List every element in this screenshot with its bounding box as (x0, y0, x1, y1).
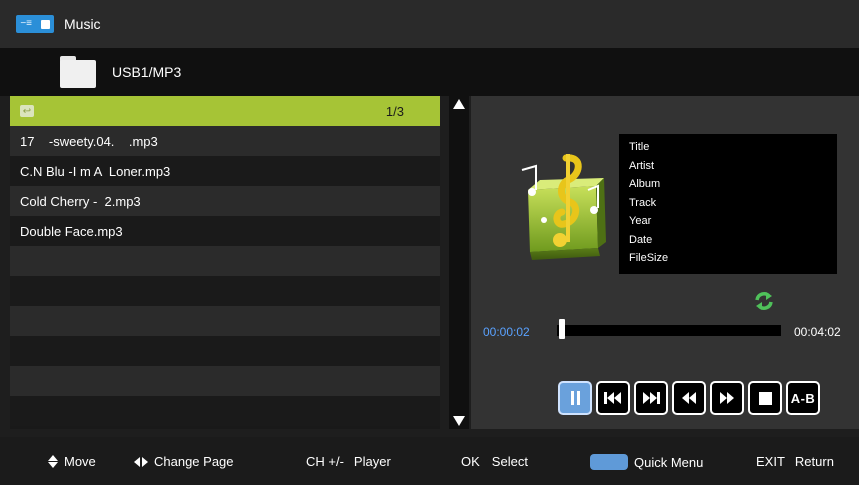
hint-player-label: Player (353, 454, 391, 469)
empty-row (10, 276, 440, 306)
ok-key-label: OK (461, 454, 480, 469)
hint-change-page-label: Change Page (154, 454, 234, 469)
file-list: ↩ 1/3 17 -sweety.04. .mp3 C.N Blu -I m A… (10, 96, 440, 429)
current-time: 00:00:02 (483, 325, 530, 339)
fast-forward-button[interactable] (710, 381, 744, 415)
title-bar: −≡ Music (0, 0, 859, 48)
usb-device-icon: −≡ (16, 15, 54, 33)
list-scrollbar[interactable] (449, 96, 469, 429)
path-bar: USB1/MP3 (0, 48, 859, 96)
fast-forward-icon (720, 392, 734, 404)
file-item[interactable]: C.N Blu -I m A Loner.mp3 (10, 156, 440, 186)
repeat-icon[interactable] (753, 290, 775, 312)
back-folder-icon: ↩ (20, 105, 34, 117)
next-track-button[interactable] (634, 381, 668, 415)
empty-row (10, 246, 440, 276)
hint-select-label: Select (491, 454, 528, 469)
info-filesize-label: FileSize (629, 252, 669, 264)
parent-folder-row[interactable]: ↩ 1/3 (10, 96, 440, 126)
rewind-button[interactable] (672, 381, 706, 415)
playback-controls: A-B (558, 381, 820, 415)
rewind-icon (682, 392, 696, 404)
empty-row (10, 306, 440, 336)
ch-key-label: CH +/- (306, 454, 344, 469)
app-title: Music (64, 16, 101, 32)
total-time: 00:04:02 (794, 325, 841, 339)
info-album-label: Album (629, 178, 661, 190)
info-title-label: Title (629, 141, 650, 153)
pause-icon (570, 391, 580, 405)
info-year-label: Year (629, 215, 652, 227)
file-item[interactable]: Cold Cherry - 2.mp3 (10, 186, 440, 216)
hint-select: OK Select (461, 454, 528, 469)
up-down-arrow-icon (48, 455, 58, 468)
key-hints-bar: Move Change Page CH +/- Player OK Select… (0, 437, 859, 485)
file-name: Cold Cherry - 2.mp3 (20, 193, 141, 209)
info-date-label: Date (629, 233, 653, 246)
hint-return-label: Return (794, 454, 834, 469)
scroll-up-arrow-icon[interactable] (453, 99, 465, 109)
skip-forward-icon (643, 392, 660, 404)
player-panel: Title Artist Album Track Year Date FileS… (471, 96, 859, 429)
info-track-label: Track (629, 196, 657, 209)
pause-button[interactable] (558, 381, 592, 415)
scroll-down-arrow-icon[interactable] (453, 416, 465, 426)
blue-key-icon (590, 454, 628, 470)
skip-back-icon (604, 392, 621, 404)
hint-change-page: Change Page (134, 454, 234, 469)
current-path: USB1/MP3 (112, 64, 182, 80)
music-note-icon (521, 154, 606, 260)
stop-button[interactable] (748, 381, 782, 415)
hint-player: CH +/- Player (306, 454, 391, 469)
page-indicator: 1/3 (385, 103, 404, 119)
hint-move-label: Move (64, 454, 96, 469)
file-name: 17 -sweety.04. .mp3 (20, 133, 158, 149)
empty-row (10, 336, 440, 366)
file-name: Double Face.mp3 (20, 223, 123, 239)
hint-move: Move (48, 454, 96, 469)
track-info-box: Title Artist Album Track Year Date FileS… (619, 134, 837, 274)
file-item[interactable]: Double Face.mp3 (10, 216, 440, 246)
previous-track-button[interactable] (596, 381, 630, 415)
stop-icon (758, 391, 772, 405)
hint-return: EXIT Return (756, 454, 834, 469)
file-name: C.N Blu -I m A Loner.mp3 (20, 163, 171, 179)
ab-repeat-button[interactable]: A-B (786, 381, 820, 415)
left-right-arrow-icon (134, 456, 148, 467)
hint-quick-menu-label: Quick Menu (634, 454, 704, 470)
hint-quick-menu: Quick Menu (590, 454, 703, 470)
folder-icon (60, 56, 96, 88)
empty-row (10, 366, 440, 396)
progress-handle[interactable] (559, 319, 565, 339)
progress-bar[interactable] (557, 325, 781, 336)
file-item[interactable]: 17 -sweety.04. .mp3 (10, 126, 440, 156)
empty-row (10, 396, 440, 426)
exit-key-label: EXIT (756, 454, 785, 469)
info-artist-label: Artist (629, 159, 655, 172)
